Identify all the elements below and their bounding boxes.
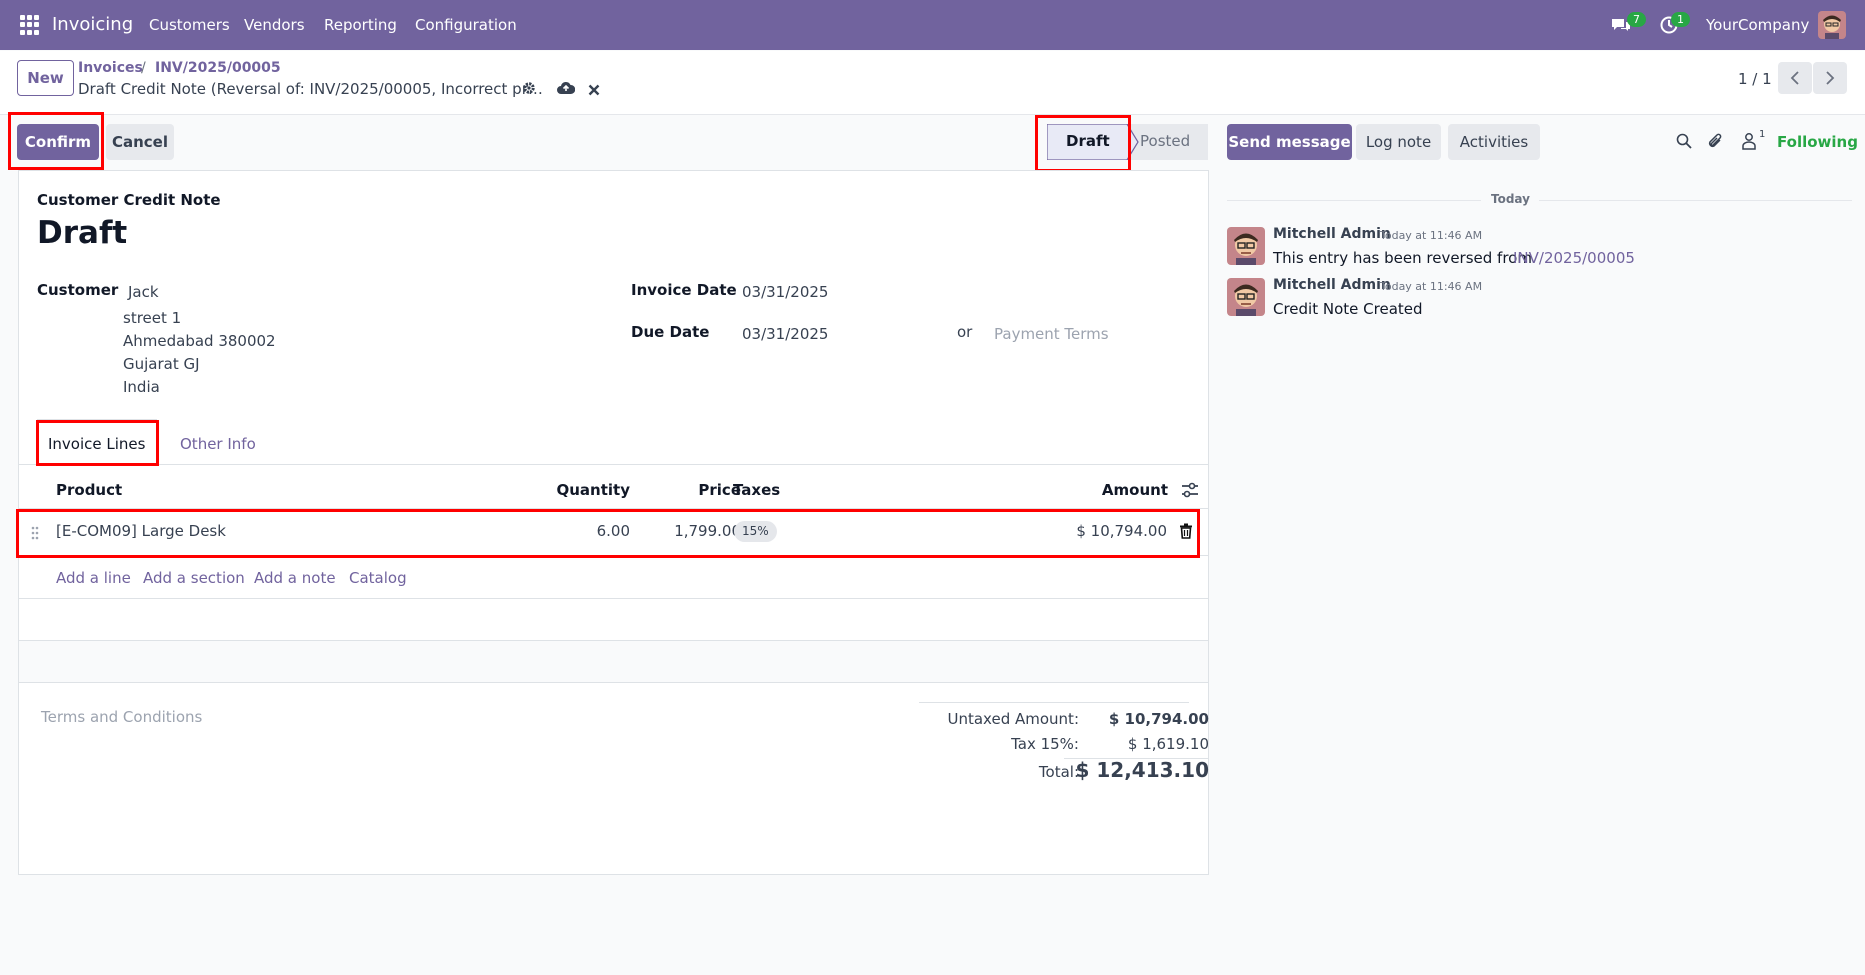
col-taxes[interactable]: Taxes xyxy=(733,481,780,499)
address-line-3: Gujarat GJ xyxy=(123,355,200,373)
date-separator: Today xyxy=(1491,192,1530,206)
payment-terms-field[interactable]: Payment Terms xyxy=(994,325,1109,343)
menu-configuration[interactable]: Configuration xyxy=(415,16,517,34)
untaxed-label: Untaxed Amount: xyxy=(947,710,1080,728)
top-navbar: Invoicing Customers Vendors Reporting Co… xyxy=(0,0,1865,50)
pager-previous-button[interactable] xyxy=(1778,62,1812,94)
paperclip-icon[interactable] xyxy=(1708,132,1724,150)
followers-count: 1 xyxy=(1759,129,1766,140)
total-label: Total: xyxy=(1038,763,1079,781)
add-section-link[interactable]: Add a section xyxy=(143,569,245,587)
col-product[interactable]: Product xyxy=(56,481,122,499)
invoice-date-field[interactable]: 03/31/2025 xyxy=(742,283,828,301)
message-time: Today at 11:46 AM xyxy=(1380,229,1483,242)
menu-reporting[interactable]: Reporting xyxy=(324,16,397,34)
search-icon[interactable] xyxy=(1676,133,1692,149)
col-amount[interactable]: Amount xyxy=(1019,481,1168,499)
tax-value: $ 1,619.10 xyxy=(1127,735,1209,753)
message-author[interactable]: Mitchell Admin xyxy=(1273,226,1391,242)
status-posted[interactable]: Posted xyxy=(1140,132,1190,150)
highlight-draft-status xyxy=(1035,115,1131,172)
address-line-1: street 1 xyxy=(123,309,182,327)
optional-columns-icon[interactable] xyxy=(1181,482,1199,498)
message-link[interactable]: INV/2025/00005 xyxy=(1513,249,1635,267)
breadcrumb-separator: / xyxy=(141,60,146,76)
chevron-right-icon xyxy=(1826,71,1835,85)
apps-menu-icon[interactable] xyxy=(20,15,40,35)
discard-close-icon[interactable] xyxy=(588,81,600,96)
add-line-link[interactable]: Add a line xyxy=(56,569,131,587)
menu-customers[interactable]: Customers xyxy=(149,16,230,34)
terms-and-conditions-field[interactable]: Terms and Conditions xyxy=(41,708,202,726)
cancel-button[interactable]: Cancel xyxy=(106,124,174,160)
total-value: $ 12,413.10 xyxy=(1075,758,1210,782)
save-cloud-icon[interactable] xyxy=(557,80,576,94)
highlight-invoice-line xyxy=(16,509,1200,558)
tab-other-info[interactable]: Other Info xyxy=(180,435,256,453)
col-price[interactable]: Price xyxy=(659,481,741,499)
record-title: Draft Credit Note (Reversal of: INV/2025… xyxy=(78,80,543,98)
or-label: or xyxy=(957,323,973,341)
list-divider-1 xyxy=(19,598,1208,599)
following-button[interactable]: Following xyxy=(1777,133,1858,151)
chevron-left-icon xyxy=(1790,71,1799,85)
author-avatar[interactable] xyxy=(1227,278,1265,316)
author-avatar[interactable] xyxy=(1227,227,1265,265)
message-text: This entry has been reversed from xyxy=(1273,249,1532,267)
address-line-2: Ahmedabad 380002 xyxy=(123,332,276,350)
invoice-date-label: Invoice Date xyxy=(631,281,737,299)
pager-value: 1 / 1 xyxy=(1738,70,1772,88)
highlight-invoice-lines-tab xyxy=(36,420,159,466)
activities-badge: 1 xyxy=(1671,12,1690,27)
new-button[interactable]: New xyxy=(17,60,74,96)
pager-next-button[interactable] xyxy=(1813,62,1847,94)
send-message-button[interactable]: Send message xyxy=(1227,124,1352,160)
breadcrumb-record[interactable]: INV/2025/00005 xyxy=(155,60,281,76)
message-text: Credit Note Created xyxy=(1273,300,1423,318)
highlight-confirm xyxy=(8,112,104,170)
due-date-label: Due Date xyxy=(631,323,710,341)
customer-field[interactable]: Jack xyxy=(128,283,159,301)
company-switcher[interactable]: YourCompany xyxy=(1706,16,1809,34)
untaxed-value: $ 10,794.00 xyxy=(1108,710,1209,728)
empty-row xyxy=(19,641,1208,682)
list-divider-3 xyxy=(19,682,1208,683)
due-date-field[interactable]: 03/31/2025 xyxy=(742,325,828,343)
activities-button[interactable]: Activities xyxy=(1448,124,1540,160)
document-type: Customer Credit Note xyxy=(37,191,221,209)
gear-icon[interactable] xyxy=(522,80,536,94)
address-line-4: India xyxy=(123,378,160,396)
col-quantity[interactable]: Quantity xyxy=(499,481,631,499)
tabs-divider xyxy=(19,464,1208,465)
followers-icon[interactable] xyxy=(1742,132,1756,150)
totals-divider xyxy=(919,702,1189,703)
log-note-button[interactable]: Log note xyxy=(1356,124,1441,160)
breadcrumb-invoices[interactable]: Invoices xyxy=(78,60,143,76)
message-author[interactable]: Mitchell Admin xyxy=(1273,277,1391,293)
messages-badge: 7 xyxy=(1627,12,1646,27)
catalog-link[interactable]: Catalog xyxy=(349,569,407,587)
date-divider-right xyxy=(1539,200,1852,201)
chatter: Send message Log note Activities 1 Follo… xyxy=(1226,120,1865,360)
menu-vendors[interactable]: Vendors xyxy=(244,16,305,34)
message-time: Today at 11:46 AM xyxy=(1380,280,1483,293)
tax-label: Tax 15%: xyxy=(1011,735,1079,753)
record-state-title: Draft xyxy=(37,215,128,251)
add-note-link[interactable]: Add a note xyxy=(254,569,336,587)
user-avatar[interactable] xyxy=(1818,11,1846,39)
app-name[interactable]: Invoicing xyxy=(52,14,133,35)
date-divider-left xyxy=(1227,200,1481,201)
customer-label: Customer xyxy=(37,281,119,299)
